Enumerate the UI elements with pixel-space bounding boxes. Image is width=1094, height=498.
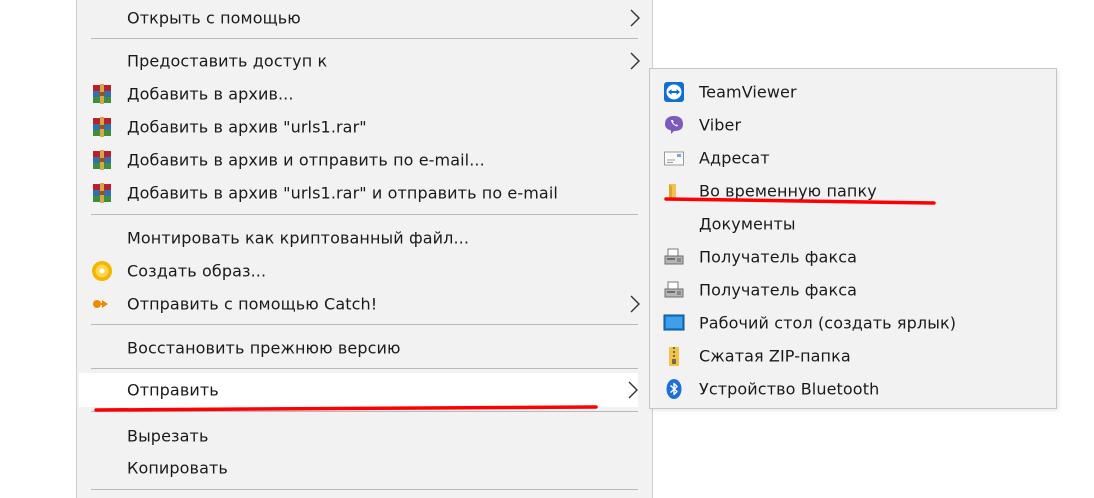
menu-item-label: Копировать — [127, 458, 228, 478]
menu-item-add-to-archive[interactable]: Добавить в архив... — [77, 78, 652, 110]
menu-item-cut[interactable]: Вырезать — [77, 420, 652, 452]
submenu-item-label: Во временную папку — [699, 181, 877, 200]
menu-item-label: Добавить в архив... — [127, 84, 294, 104]
menu-item-label: Добавить в архив и отправить по e-mail..… — [127, 150, 485, 170]
menu-item-label: Отправить с помощью Catch! — [127, 294, 378, 314]
menu-item-restore-previous[interactable]: Восстановить прежнюю версию — [77, 332, 652, 364]
submenu-item-mail-recipient[interactable]: Адресат — [650, 141, 1056, 174]
submenu-item-label: Адресат — [699, 148, 770, 167]
context-menu: Открыть с помощью Предоставить доступ к … — [76, 0, 653, 498]
folder-icon — [669, 183, 676, 200]
winrar-icon — [93, 117, 111, 137]
menu-item-mount-encrypted[interactable]: Монтировать как криптованный файл... — [77, 222, 652, 254]
winrar-icon — [93, 150, 111, 170]
menu-item-label: Добавить в архив "urls1.rar" — [127, 117, 367, 137]
submenu-item-label: Документы — [699, 214, 796, 233]
chevron-right-icon — [630, 9, 640, 27]
menu-separator — [91, 324, 638, 325]
disc-icon — [92, 261, 112, 281]
send-to-submenu: TeamViewer Viber Адресат Во временную па… — [649, 68, 1057, 409]
menu-separator — [91, 368, 638, 369]
submenu-item-label: Сжатая ZIP-папка — [699, 346, 851, 365]
mail-recipient-icon — [664, 151, 684, 165]
menu-separator — [91, 489, 638, 490]
submenu-item-viber[interactable]: Viber — [650, 108, 1056, 141]
submenu-item-label: Получатель факса — [699, 280, 858, 299]
zip-folder-icon — [669, 346, 679, 366]
submenu-item-documents[interactable]: Документы — [650, 207, 1056, 240]
submenu-item-label: Viber — [699, 115, 742, 134]
bluetooth-icon — [666, 378, 682, 399]
menu-item-archive-and-email[interactable]: Добавить в архив и отправить по e-mail..… — [77, 144, 652, 176]
chevron-right-icon — [630, 52, 640, 70]
menu-item-open-with[interactable]: Открыть с помощью — [77, 2, 652, 34]
menu-item-label: Предоставить доступ к — [127, 51, 328, 71]
menu-item-label: Создать образ... — [127, 261, 267, 281]
submenu-item-fax-recipient[interactable]: Получатель факса — [650, 240, 1056, 273]
chevron-right-icon — [628, 381, 638, 399]
menu-item-label: Добавить в архив "urls1.rar" и отправить… — [127, 183, 558, 203]
chevron-right-icon — [630, 295, 640, 313]
winrar-icon — [93, 183, 111, 203]
menu-item-label: Открыть с помощью — [127, 8, 301, 28]
fax-icon — [664, 281, 684, 297]
teamviewer-icon — [664, 81, 684, 102]
submenu-item-temp-folder[interactable]: Во временную папку — [650, 174, 1056, 207]
desktop-icon — [663, 314, 685, 330]
menu-item-label: Вырезать — [127, 426, 209, 446]
menu-separator — [91, 214, 638, 215]
viber-icon — [665, 115, 683, 134]
menu-item-copy[interactable]: Копировать — [77, 452, 652, 484]
submenu-item-fax-recipient-2[interactable]: Получатель факса — [650, 273, 1056, 306]
menu-item-rar-and-email[interactable]: Добавить в архив "urls1.rar" и отправить… — [77, 177, 652, 209]
submenu-item-label: Рабочий стол (создать ярлык) — [699, 313, 957, 332]
menu-item-send-to[interactable]: Отправить — [79, 373, 638, 407]
menu-item-label: Восстановить прежнюю версию — [127, 338, 401, 358]
submenu-item-bluetooth[interactable]: Устройство Bluetooth — [650, 372, 1056, 405]
winrar-icon — [93, 84, 111, 104]
submenu-item-label: Получатель факса — [699, 247, 858, 266]
menu-item-share-with[interactable]: Предоставить доступ к — [77, 45, 652, 77]
submenu-item-teamviewer[interactable]: TeamViewer — [650, 75, 1056, 108]
menu-item-label: Монтировать как криптованный файл... — [127, 228, 470, 248]
menu-item-label: Отправить — [127, 380, 219, 400]
menu-item-add-to-rar[interactable]: Добавить в архив "urls1.rar" — [77, 111, 652, 143]
menu-separator — [91, 411, 638, 412]
submenu-item-desktop-shortcut[interactable]: Рабочий стол (создать ярлык) — [650, 306, 1056, 339]
menu-item-create-image[interactable]: Создать образ... — [77, 255, 652, 287]
fax-icon — [664, 248, 684, 264]
menu-item-send-with-catch[interactable]: Отправить с помощью Catch! — [77, 288, 652, 320]
submenu-item-label: TeamViewer — [699, 82, 797, 101]
catch-icon — [93, 300, 108, 308]
submenu-item-label: Устройство Bluetooth — [699, 379, 880, 398]
menu-separator — [91, 38, 638, 39]
submenu-item-zip-folder[interactable]: Сжатая ZIP-папка — [650, 339, 1056, 372]
